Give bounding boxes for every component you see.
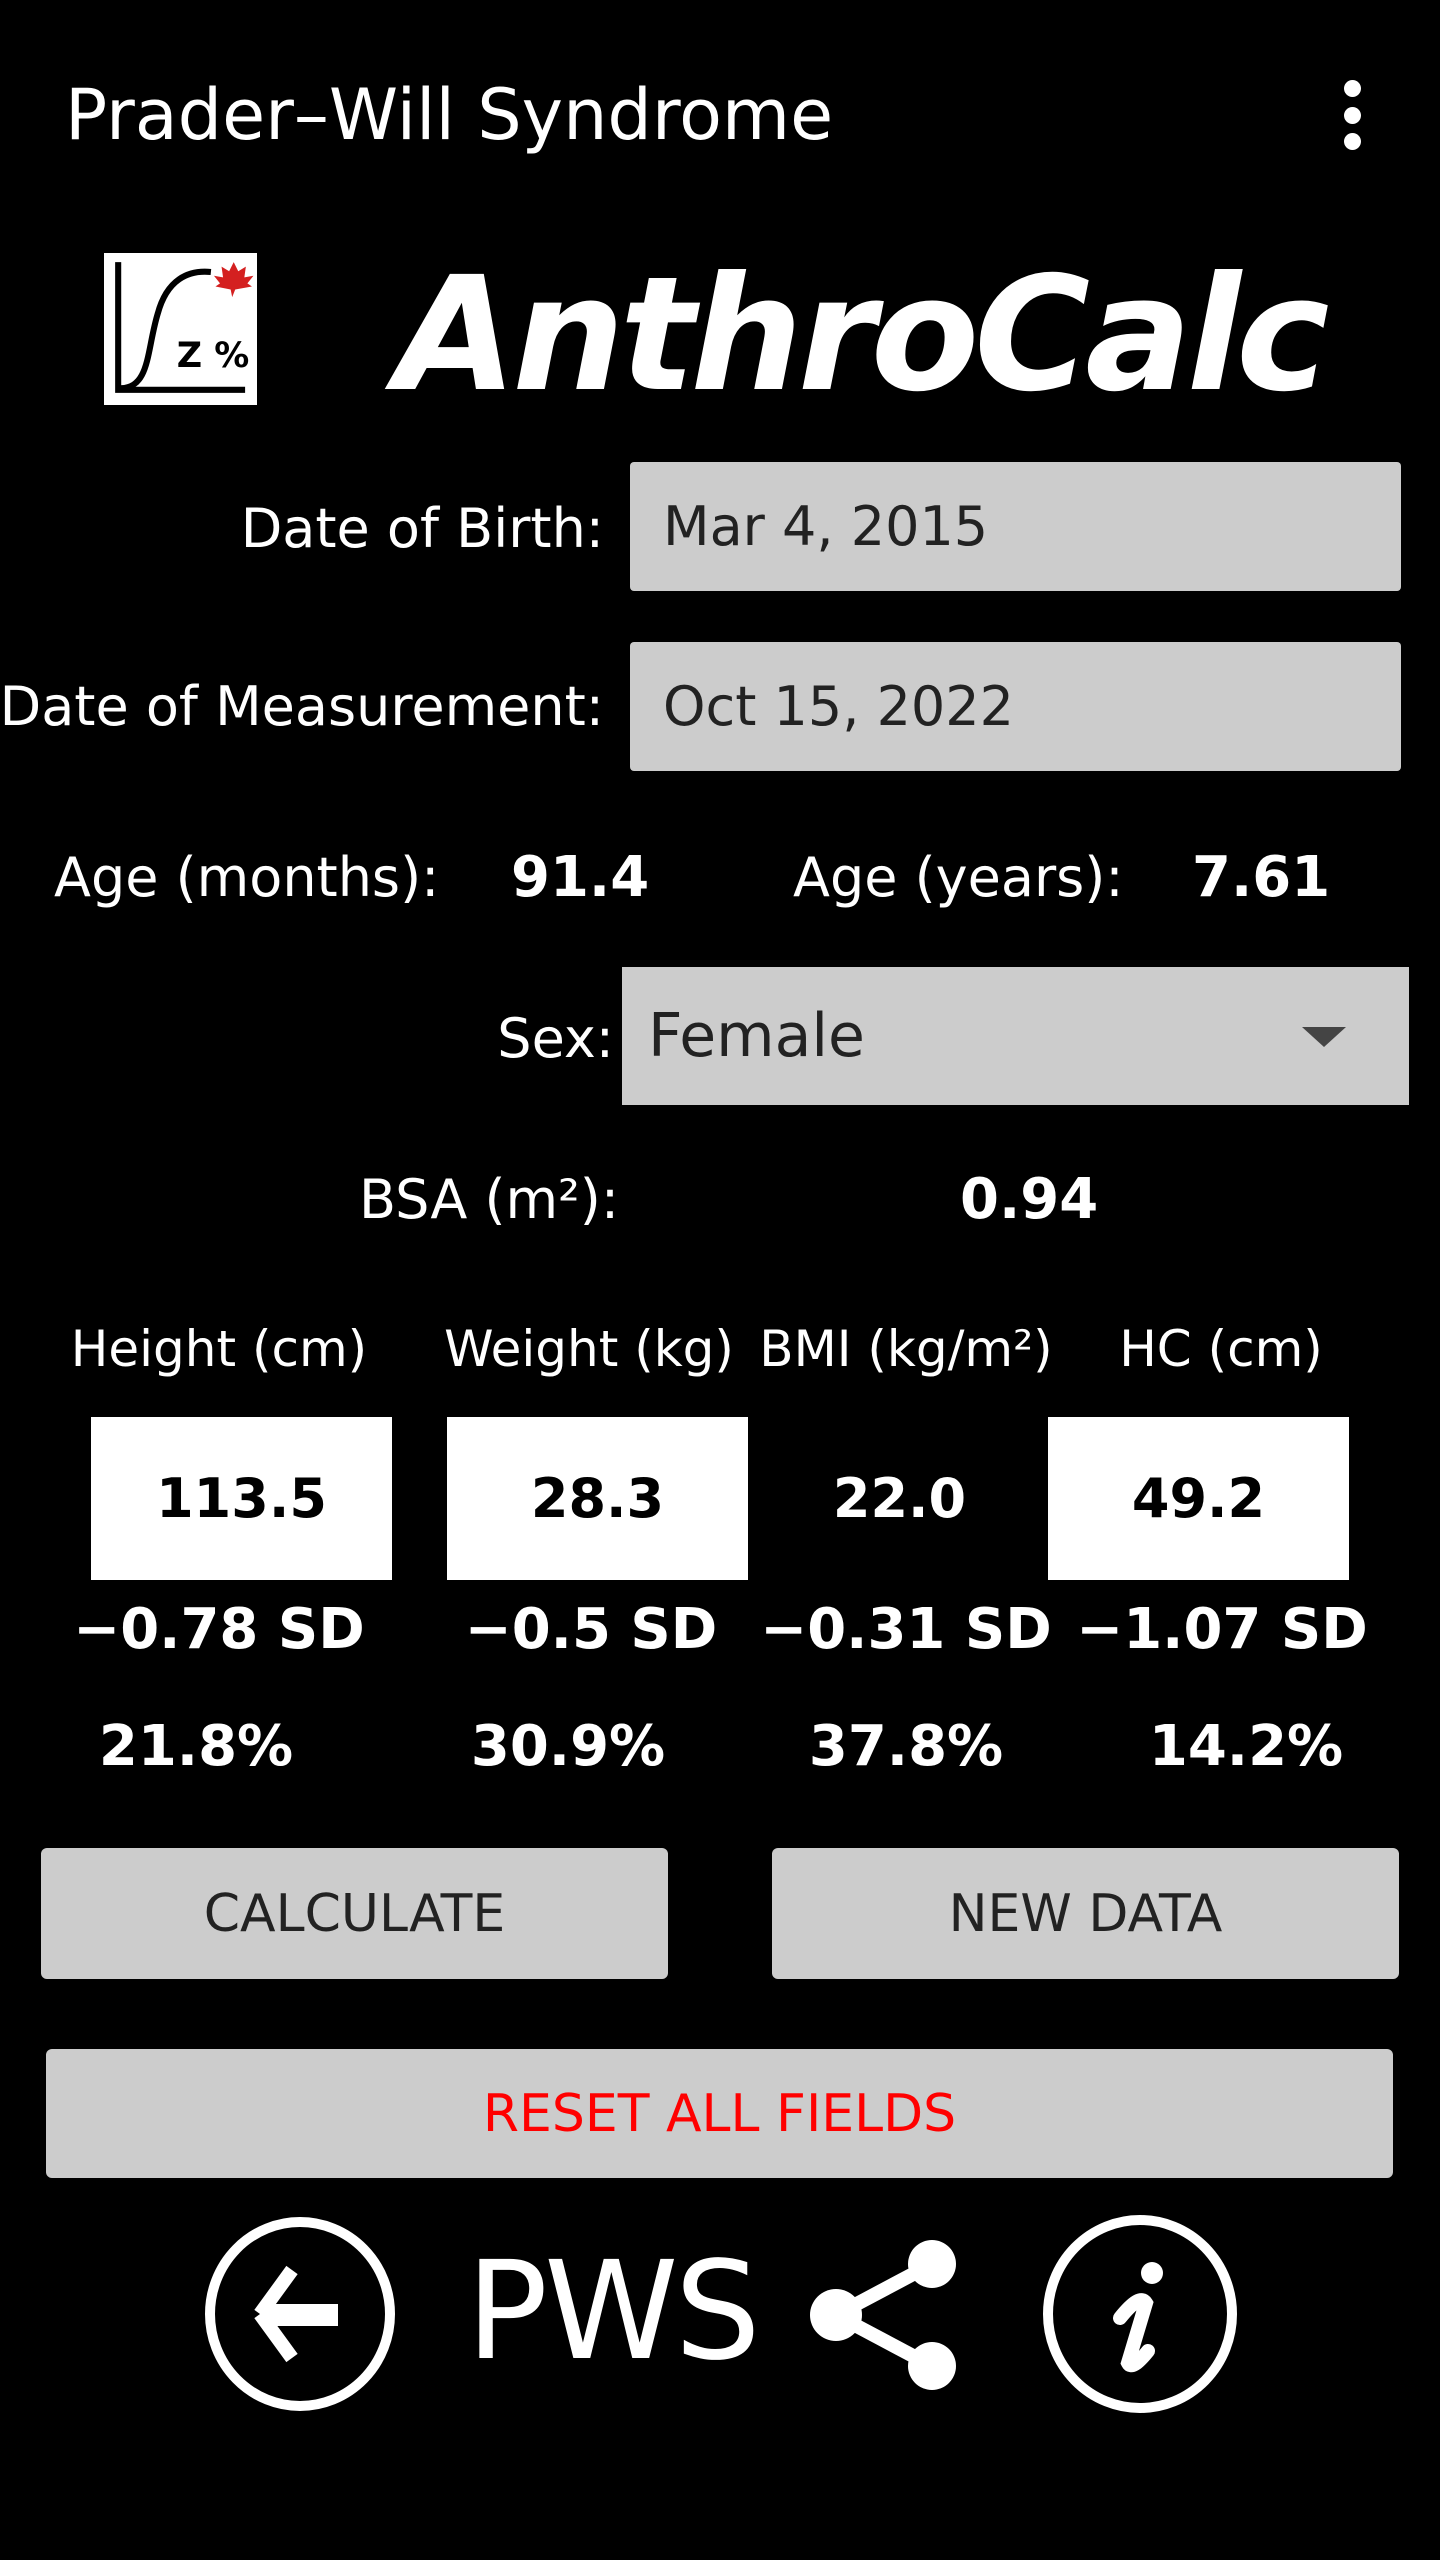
weight-sd: −0.5 SD xyxy=(464,1597,718,1662)
info-icon[interactable] xyxy=(1040,2213,1240,2415)
more-vert-icon[interactable] xyxy=(1330,80,1374,150)
hc-sd: −1.07 SD xyxy=(1076,1597,1368,1662)
dom-field[interactable]: Oct 15, 2022 xyxy=(630,642,1401,771)
hc-input[interactable]: 49.2 xyxy=(1048,1417,1349,1580)
dob-label: Date of Birth: xyxy=(240,497,604,560)
sex-dropdown[interactable]: Female xyxy=(622,967,1409,1105)
bmi-header: BMI (kg/m²) xyxy=(759,1320,1053,1378)
brand-title: AnthroCalc xyxy=(395,243,1330,427)
height-input[interactable]: 113.5 xyxy=(91,1417,392,1580)
bmi-sd: −0.31 SD xyxy=(760,1597,1052,1662)
back-arrow-icon[interactable] xyxy=(202,2215,398,2413)
height-sd: −0.78 SD xyxy=(73,1597,365,1662)
share-icon[interactable] xyxy=(808,2240,960,2390)
height-header: Height (cm) xyxy=(70,1320,368,1378)
height-percentile: 21.8% xyxy=(98,1714,294,1779)
bmi-percentile: 37.8% xyxy=(808,1714,1004,1779)
sex-label: Sex: xyxy=(497,1007,614,1070)
age-months-label: Age (months): xyxy=(54,846,440,909)
dom-label: Date of Measurement: xyxy=(0,675,604,738)
app-title: Prader–Will Syndrome xyxy=(65,74,834,156)
weight-percentile: 30.9% xyxy=(470,1714,666,1779)
calculate-button[interactable]: CALCULATE xyxy=(41,1848,668,1979)
new-data-button[interactable]: NEW DATA xyxy=(772,1848,1399,1979)
weight-header: Weight (kg) xyxy=(444,1320,734,1378)
hc-percentile: 14.2% xyxy=(1148,1714,1344,1779)
app-logo: Z % xyxy=(101,250,260,408)
dropdown-arrow-icon xyxy=(1302,1027,1346,1047)
age-years-label: Age (years): xyxy=(793,846,1124,909)
weight-input[interactable]: 28.3 xyxy=(447,1417,748,1580)
hc-header: HC (cm) xyxy=(1119,1320,1323,1378)
bmi-value: 22.0 xyxy=(832,1467,967,1530)
age-years-value: 7.61 xyxy=(1192,845,1331,910)
bsa-value: 0.94 xyxy=(960,1167,1099,1232)
age-months-value: 91.4 xyxy=(511,845,650,910)
dob-field[interactable]: Mar 4, 2015 xyxy=(630,462,1401,591)
logo-text: Z % xyxy=(177,336,250,376)
bsa-label: BSA (m²): xyxy=(359,1168,620,1231)
sex-value: Female xyxy=(648,1001,865,1071)
pws-label: PWS xyxy=(466,2233,761,2391)
reset-all-fields-button[interactable]: RESET ALL FIELDS xyxy=(46,2049,1393,2178)
